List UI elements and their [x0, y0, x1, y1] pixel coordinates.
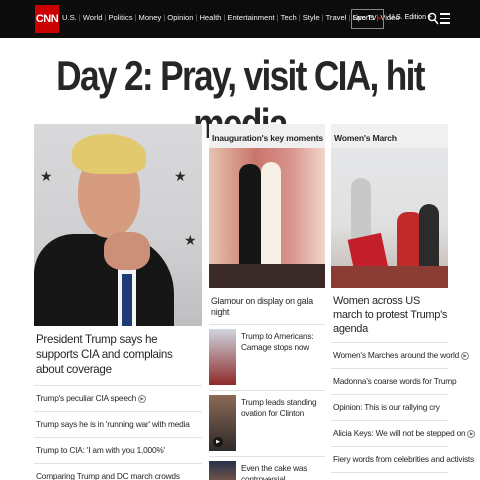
story-link[interactable]: Women's Marches around the world ▶	[331, 343, 469, 369]
story-link[interactable]: Trump's peculiar CIA speech ▶	[34, 386, 202, 412]
search-icon[interactable]	[427, 12, 439, 25]
story-link[interactable]: Opinion: This is our rallying cry	[331, 395, 448, 421]
gala-photo[interactable]	[209, 148, 325, 288]
inauguration-column: Inauguration's key moments Glamour on di…	[209, 124, 325, 480]
trump-photo[interactable]: ★ ★ ★	[34, 124, 202, 326]
story-link[interactable]: Madonna's coarse words for Trump	[331, 369, 457, 395]
nav-item-opinion[interactable]: Opinion	[165, 13, 195, 22]
story-link[interactable]: Trump says he is in 'running war' with m…	[34, 412, 202, 438]
story-link[interactable]: Alicia Keys: We will not be stepped on ▶	[331, 421, 476, 447]
nav-item-us[interactable]: U.S.	[60, 13, 79, 22]
story-thumbnail	[209, 329, 236, 385]
nav-item-health[interactable]: Health	[197, 13, 223, 22]
live-tv-label: Live TV	[352, 15, 377, 22]
list-item[interactable]: Trump to Americans: Carnage stops now	[209, 325, 325, 391]
star-icon: ★	[174, 168, 187, 184]
list-item[interactable]: ▶ Trump leads standing ovation for Clint…	[209, 391, 325, 457]
section-title[interactable]: Women's March	[331, 124, 448, 148]
photo-caption[interactable]: Glamour on display on gala night	[209, 288, 325, 325]
story-thumbnail: ▶	[209, 395, 236, 451]
story-link[interactable]: Trump leads standing ovation for Clinton	[236, 395, 325, 450]
nav-item-money[interactable]: Money	[137, 13, 164, 22]
play-icon: ▶	[461, 351, 469, 360]
nav-item-tech[interactable]: Tech	[279, 13, 299, 22]
play-icon: ▶	[138, 394, 147, 403]
list-item[interactable]: Even the cake was controversial	[209, 457, 325, 480]
star-icon: ★	[40, 168, 53, 184]
edition-selector[interactable]: U.S. Edition +	[389, 14, 432, 21]
nav-item-entertainment[interactable]: Entertainment	[225, 13, 276, 22]
story-link[interactable]: Trump to CIA: 'I am with you 1,000%'	[34, 438, 202, 464]
womens-march-column: Women's March Women across US march to p…	[331, 124, 476, 473]
play-icon: ▶	[467, 429, 476, 438]
cnn-logo[interactable]: CNN	[35, 5, 59, 33]
menu-icon[interactable]	[440, 13, 450, 24]
top-nav-bar: CNN U.S. | World | Politics | Money | Opinio…	[0, 0, 480, 38]
story-link[interactable]: Comparing Trump and DC march crowds	[34, 464, 202, 480]
lead-story-headline[interactable]: Women across US march to protest Trump's…	[331, 288, 448, 343]
main-story-column: ★ ★ ★ President Trump says he supports C…	[34, 124, 202, 480]
nav-item-politics[interactable]: Politics	[106, 13, 134, 22]
live-indicator-icon: ▸	[378, 15, 383, 22]
story-link[interactable]: Fiery words from celebrities and activis…	[331, 447, 474, 473]
story-link[interactable]: Trump to Americans: Carnage stops now	[236, 329, 325, 384]
nav-item-travel[interactable]: Travel	[324, 13, 349, 22]
section-title[interactable]: Inauguration's key moments	[209, 124, 325, 148]
story-thumbnail	[209, 461, 236, 480]
live-tv-button[interactable]: Live TV ▸	[351, 9, 384, 29]
march-photo[interactable]	[331, 148, 448, 288]
star-icon: ★	[184, 232, 197, 248]
nav-item-world[interactable]: World	[81, 13, 105, 22]
nav-item-style[interactable]: Style	[301, 13, 322, 22]
play-icon: ▶	[213, 437, 223, 447]
lead-story-headline[interactable]: President Trump says he supports CIA and…	[34, 326, 202, 386]
story-link[interactable]: Even the cake was controversial	[236, 461, 325, 480]
